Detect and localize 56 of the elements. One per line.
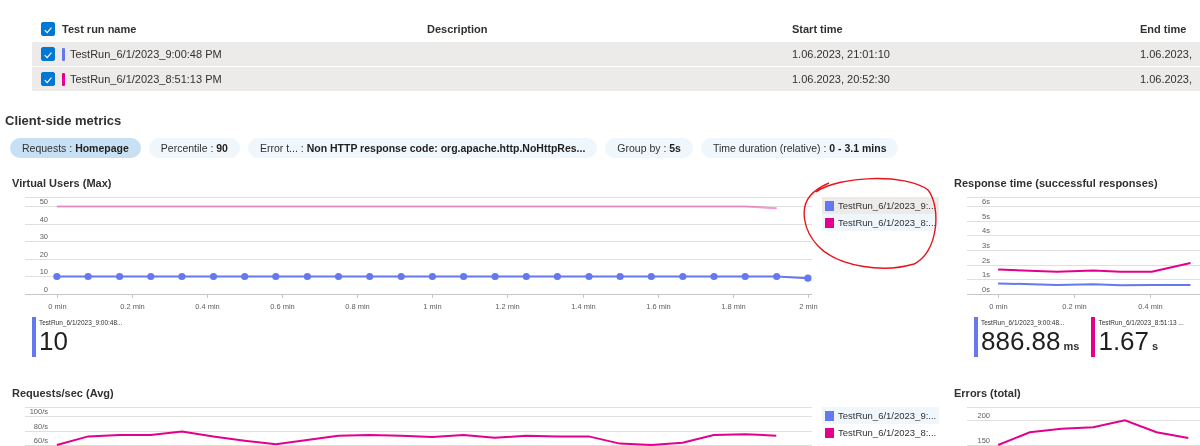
column-header[interactable]: Start time — [792, 22, 843, 35]
table-cell: 1.06.2023, — [1140, 48, 1192, 60]
stat-value: 10 — [39, 326, 68, 356]
table-cell: TestRun_6/1/2023_8:51:13 PM — [70, 73, 222, 85]
column-header[interactable]: Description — [427, 22, 488, 35]
data-point — [710, 272, 718, 281]
data-point — [241, 272, 249, 281]
data-point — [53, 272, 61, 281]
data-point — [84, 272, 92, 281]
chart-title: Requests/sec (Avg) — [11, 386, 115, 401]
data-point — [116, 272, 124, 281]
data-point — [334, 272, 343, 281]
column-header[interactable]: End time — [1140, 22, 1187, 35]
table-cell: 1.06.2023, 21:01:10 — [792, 48, 890, 60]
legend-item[interactable]: TestRun_6/1/2023_8:... — [822, 424, 940, 441]
stat-unit: ms — [1063, 340, 1080, 352]
data-point — [491, 272, 499, 281]
data-point — [647, 272, 655, 281]
filter-pill[interactable]: Time duration (relative) : 0 - 3.1 mins — [700, 138, 899, 158]
chart-title: Errors (total) — [953, 386, 1022, 401]
stat-unit: s — [1152, 340, 1159, 352]
data-point — [366, 272, 374, 281]
data-point — [272, 272, 280, 281]
checkbox[interactable] — [41, 47, 55, 61]
data-point — [428, 272, 436, 281]
data-point — [460, 272, 468, 281]
table-cell: 1.06.2023, — [1140, 73, 1192, 85]
table-cell: 1.06.2023, 20:52:30 — [792, 73, 890, 85]
filter-pill[interactable]: Group by : 5s — [605, 138, 693, 158]
filter-pill[interactable]: Error t... : Non HTTP response code: org.apache.http.NoHttpRes... — [247, 138, 598, 158]
data-point — [741, 272, 749, 281]
column-header[interactable]: Test run name — [62, 22, 137, 35]
data-point — [397, 272, 405, 281]
data-point — [679, 272, 687, 281]
section-title: Client-side metrics — [5, 112, 123, 130]
checkbox[interactable] — [41, 72, 55, 86]
chart-title: Response time (successful responses) — [953, 176, 1159, 191]
data-point — [522, 272, 530, 281]
data-point — [773, 272, 781, 281]
legend-item[interactable]: TestRun_6/1/2023_9:... — [822, 407, 940, 424]
data-point — [303, 272, 311, 281]
data-point — [804, 274, 812, 282]
stat-value: 1.67 — [1098, 326, 1150, 356]
table-cell: TestRun_6/1/2023_9:00:48 PM — [70, 48, 222, 60]
data-point — [585, 272, 593, 281]
filter-pill[interactable]: Percentile : 90 — [148, 138, 240, 158]
data-point — [147, 272, 155, 281]
filter-pill[interactable]: Requests : Homepage — [10, 138, 141, 158]
stat-value: 886.88 — [981, 326, 1061, 356]
checkbox[interactable] — [41, 21, 55, 36]
data-point — [553, 272, 561, 281]
data-point — [209, 272, 218, 281]
chart-title: Virtual Users (Max) — [11, 176, 113, 191]
data-point — [616, 272, 624, 281]
legend-item[interactable]: TestRun_6/1/2023_8:... — [822, 214, 940, 231]
data-point — [178, 272, 186, 281]
